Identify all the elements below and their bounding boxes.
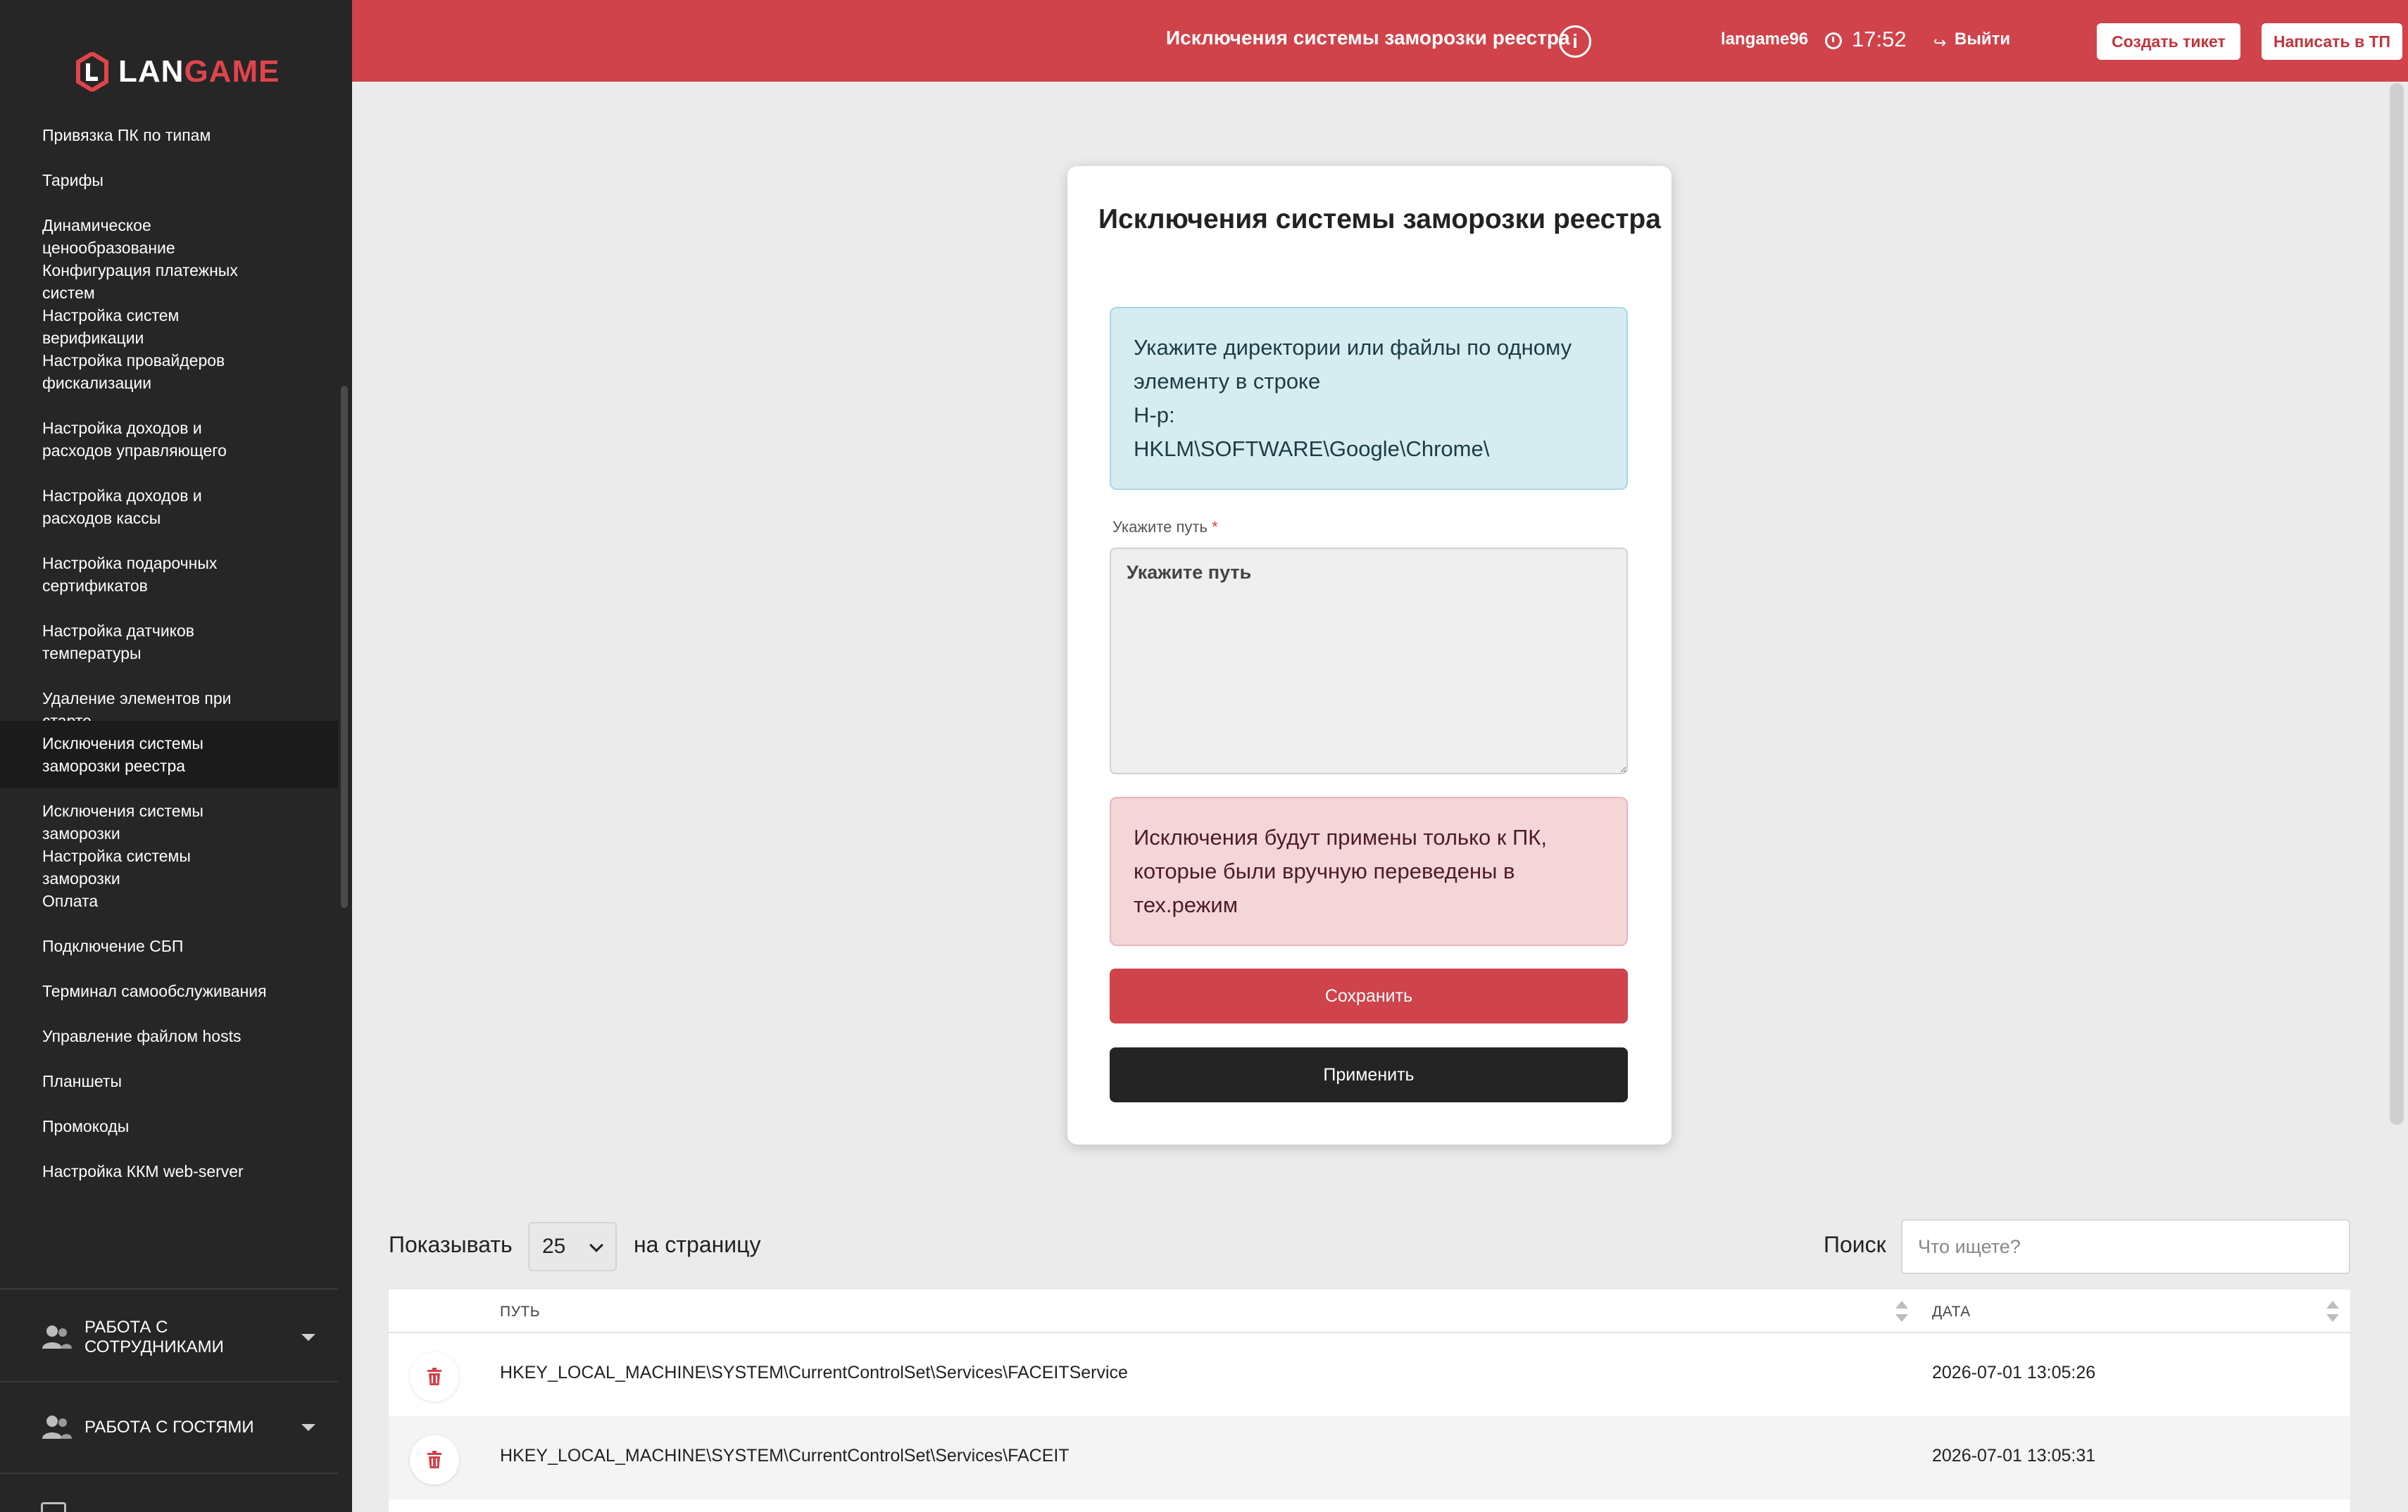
info-alert-line: Укажите директории или файлы по одному (1134, 335, 1572, 360)
date-cell: 2026-07-01 13:05:26 (1932, 1363, 2096, 1382)
required-mark: * (1212, 518, 1218, 536)
sidebar-item[interactable]: Тарифы (0, 158, 338, 203)
sidebar-item[interactable]: Настройка доходов и расходов управляющег… (0, 405, 338, 473)
date-cell: 2026-07-01 13:05:31 (1932, 1446, 2096, 1466)
warning-alert-line: Исключения будут примены только к ПК, (1134, 825, 1547, 850)
sidebar: LANGAME Привязка ПК по типам Тарифы Динами… (0, 0, 352, 1512)
app-root: LANGAME Привязка ПК по типам Тарифы Динами… (0, 0, 2408, 1512)
search-label: Поиск (1824, 1232, 1886, 1257)
langame-logo[interactable]: LANGAME (76, 51, 280, 93)
info-alert-line: HKLM\SOFTWARE\Google\Chrome\ (1134, 436, 1490, 461)
registry-exceptions-card: Исключения системы заморозки реестра Ука… (1067, 166, 1672, 1145)
sort-icon[interactable] (2326, 1301, 2339, 1322)
info-alert-line: Н-р: (1134, 403, 1175, 427)
sidebar-item[interactable]: Настройка доходов и расходов кассы (0, 473, 338, 541)
column-header-date[interactable]: Дата (1932, 1304, 1971, 1321)
sidebar-item[interactable]: Настройка ККМ web-server (0, 1149, 338, 1194)
trash-icon (427, 1451, 441, 1468)
sidebar-item[interactable]: Планшеты (0, 1059, 338, 1104)
path-cell: HKEY_LOCAL_MACHINE\SYSTEM\CurrentControl… (500, 1363, 1128, 1382)
column-header-path[interactable]: Путь (500, 1304, 540, 1321)
people-icon (42, 1416, 72, 1439)
sidebar-scrollbar[interactable] (341, 386, 348, 908)
sidebar-item[interactable]: Промокоды (0, 1104, 338, 1149)
monitor-icon (41, 1502, 66, 1512)
per-page-label: на страницу (634, 1232, 761, 1257)
chevron-down-icon (589, 1238, 603, 1252)
search-input[interactable] (1901, 1219, 2350, 1274)
write-support-button[interactable]: Написать в ТП (2262, 23, 2402, 60)
sidebar-item[interactable]: Исключения системы заморозки реестра (0, 721, 338, 788)
info-alert: Укажите директории или файлы по одному э… (1110, 307, 1628, 490)
section-label: Работа с сотрудниками (84, 1318, 224, 1356)
sidebar-item[interactable]: Настройка провайдеров фискализации (0, 338, 338, 405)
clock-icon (1825, 32, 1842, 49)
page-title: Исключения системы заморозки реестра (1166, 27, 1570, 49)
top-header: Исключения системы заморозки реестра i С… (352, 0, 2408, 82)
logout-link[interactable]: Выйти (1955, 30, 2010, 49)
section-divider (0, 1473, 338, 1474)
section-divider (0, 1288, 338, 1290)
warning-alert-line: которые были вручную переведены в (1134, 859, 1515, 883)
sort-icon[interactable] (1895, 1301, 1908, 1322)
exceptions-table: Путь Дата HKEY_LOCAL_MACHINE\SYSTEM\Curr… (389, 1290, 2350, 1512)
path-cell: HKEY_LOCAL_MACHINE\SYSTEM\CurrentControl… (500, 1446, 1070, 1466)
warning-alert: Исключения будут примены только к ПК, ко… (1110, 797, 1628, 946)
table-row: HKEY_LOCAL_MACHINE\SYSTEM\CurrentControl… (389, 1333, 2350, 1416)
langame-logo-icon (76, 52, 108, 92)
sidebar-item[interactable]: Оплата (0, 878, 338, 924)
sidebar-item[interactable]: Настройка датчиков температуры (0, 608, 338, 676)
page-size-select[interactable]: 25 (528, 1222, 617, 1271)
delete-button[interactable] (410, 1352, 459, 1401)
section-label: Работа с гостями (84, 1418, 254, 1437)
info-alert-line: элементу в строке (1134, 369, 1321, 393)
save-button[interactable]: Сохранить (1110, 969, 1628, 1023)
card-title: Исключения системы заморозки реестра (1098, 204, 1661, 234)
create-ticket-button[interactable]: Создать тикет (2097, 23, 2240, 60)
sidebar-item[interactable]: Управление файлом hosts (0, 1014, 338, 1059)
path-textarea[interactable] (1110, 548, 1628, 774)
warning-alert-line: тех.режим (1134, 893, 1239, 917)
table-row: HKEY_LOCAL_MACHINE\SYSTEM\CurrentControl… (389, 1416, 2350, 1499)
page-size-value: 25 (542, 1235, 566, 1258)
sidebar-item[interactable]: Исключения системы заморозки (0, 788, 338, 843)
path-label: Укажите путь * (1112, 518, 1218, 536)
sidebar-item[interactable]: Терминал самообслуживания (0, 969, 338, 1014)
logo-text: LANGAME (118, 54, 280, 89)
section-guests[interactable]: Работа с гостями (0, 1382, 338, 1473)
people-icon (42, 1325, 72, 1349)
show-label: Показывать (389, 1232, 513, 1257)
delete-button[interactable] (410, 1435, 459, 1485)
sidebar-item[interactable]: Удаление элементов при старте (0, 676, 338, 730)
info-icon[interactable]: i (1559, 25, 1591, 58)
sidebar-item[interactable]: Настройка системы заморозки (0, 833, 338, 888)
sidebar-item[interactable]: Конфигурация платежных систем (0, 248, 338, 302)
page-scrollbar[interactable] (2390, 83, 2404, 1125)
trash-icon (427, 1368, 441, 1385)
sidebar-item[interactable]: Настройка подарочных сертификатов (0, 541, 338, 608)
table-header: Путь Дата (389, 1290, 2350, 1333)
clock-time: 17:52 (1852, 27, 1907, 51)
section-staff[interactable]: Работа с сотрудниками (0, 1292, 338, 1382)
logout-icon[interactable]: ↪ (1933, 34, 1946, 52)
sidebar-item[interactable]: Привязка ПК по типам (0, 113, 338, 158)
sidebar-item[interactable]: Динамическое ценообразование (0, 203, 338, 257)
sidebar-item[interactable]: Настройка систем верификации (0, 293, 338, 347)
sidebar-item[interactable]: Подключение СБП (0, 924, 338, 969)
apply-button[interactable]: Применить (1110, 1047, 1628, 1102)
chevron-down-icon (301, 1424, 315, 1431)
username[interactable]: langame96 (1721, 30, 1808, 49)
chevron-down-icon (301, 1334, 315, 1341)
